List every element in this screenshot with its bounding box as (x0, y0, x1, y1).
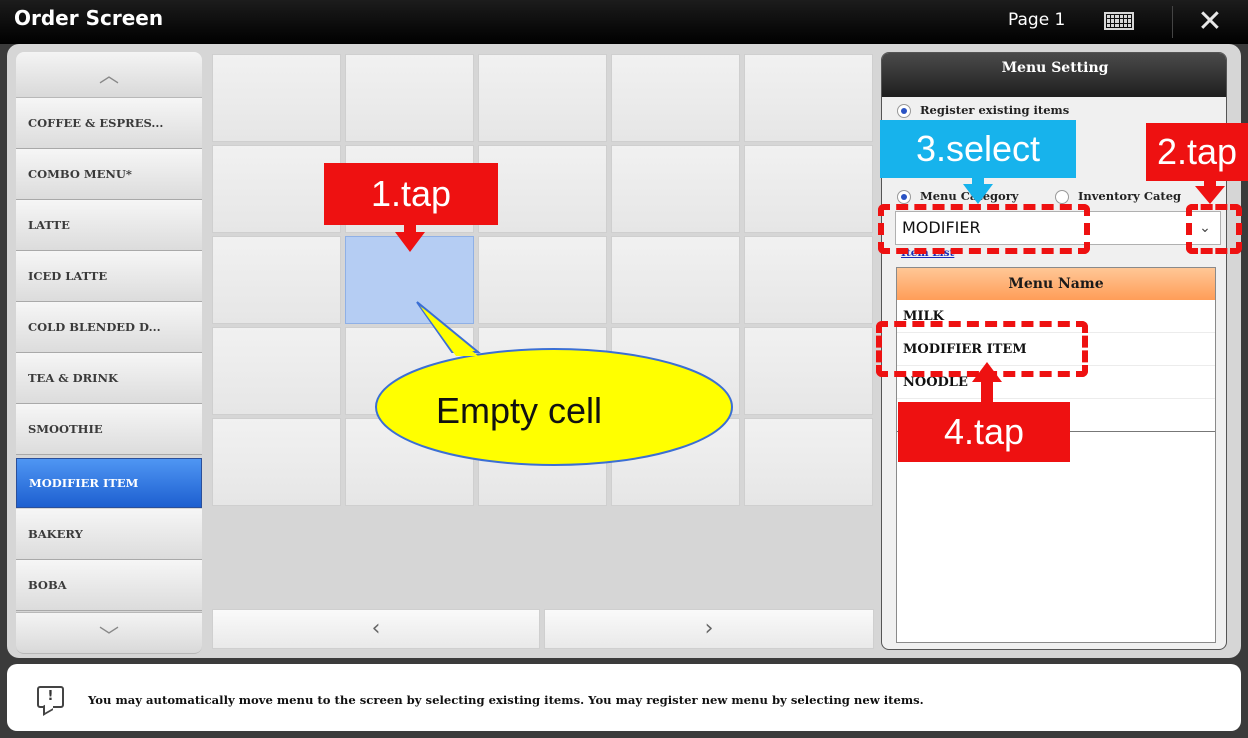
step3-tag: 3.select (880, 120, 1076, 178)
menu-setting-title: Menu Setting (882, 53, 1226, 97)
chevron-down-icon[interactable]: ﹀ (16, 612, 202, 654)
grid-cell[interactable] (611, 54, 740, 142)
chevron-up-icon[interactable]: ︿ (16, 52, 202, 98)
info-speech-icon: ! (37, 686, 64, 708)
grid-cell[interactable] (212, 418, 341, 506)
step4-arrow-stem (981, 381, 993, 403)
grid-cell[interactable] (744, 236, 873, 324)
chevron-left-icon: ‹ (371, 616, 381, 641)
grid-cell[interactable] (212, 236, 341, 324)
step1-arrow-icon (395, 232, 425, 252)
sidebar-item-combo-menu[interactable]: COMBO MENU* (16, 149, 202, 200)
dropdown-button-highlight (1186, 204, 1242, 254)
grid-cell[interactable] (345, 54, 474, 142)
next-page-button[interactable]: › (544, 609, 874, 649)
info-message: You may automatically move menu to the s… (88, 693, 924, 707)
grid-cell[interactable] (611, 145, 740, 233)
sidebar-item-bakery[interactable]: BAKERY (16, 509, 202, 560)
grid-cell[interactable] (212, 145, 341, 233)
sidebar-item-smoothie[interactable]: SMOOTHIE (16, 404, 202, 455)
register-existing-label: Register existing items (920, 103, 1070, 117)
grid-cell[interactable] (744, 145, 873, 233)
inventory-category-label: Inventory Categ (1078, 189, 1182, 203)
sidebar-item-coffee-espresso[interactable]: COFFEE & ESPRES... (16, 98, 202, 149)
step3-arrow-icon (963, 184, 993, 204)
sidebar-item-cold-blended[interactable]: COLD BLENDED D... (16, 302, 202, 353)
prev-page-button[interactable]: ‹ (212, 609, 540, 649)
sidebar-item-latte[interactable]: LATTE (16, 200, 202, 251)
keyboard-icon[interactable] (1104, 12, 1134, 30)
category-sidebar: ︿ COFFEE & ESPRES... COMBO MENU* LATTE I… (16, 52, 202, 654)
step4-tag: 4.tap (898, 402, 1070, 462)
callout-bubble (375, 301, 733, 466)
sidebar-item-iced-latte[interactable]: ICED LATTE (16, 251, 202, 302)
menu-category-radio[interactable] (897, 190, 911, 204)
list-header-menu-name: Menu Name (897, 268, 1215, 300)
grid-cell[interactable] (478, 54, 607, 142)
dropdown-highlight (878, 204, 1090, 254)
step2-tag: 2.tap (1146, 123, 1248, 181)
window-title: Order Screen (14, 6, 164, 30)
inventory-category-radio[interactable] (1055, 190, 1069, 204)
step1-tag: 1.tap (324, 163, 498, 225)
step4-arrow-icon (972, 362, 1002, 382)
grid-cell[interactable] (212, 54, 341, 142)
grid-cell[interactable] (744, 418, 873, 506)
grid-cell[interactable] (744, 54, 873, 142)
chevron-right-icon: › (704, 616, 714, 641)
grid-cell[interactable] (744, 327, 873, 415)
sidebar-item-boba[interactable]: BOBA (16, 560, 202, 611)
step2-arrow-icon (1195, 186, 1225, 204)
sidebar-item-tea-drink[interactable]: TEA & DRINK (16, 353, 202, 404)
register-existing-radio[interactable] (897, 104, 911, 118)
close-icon[interactable]: ✕ (1188, 4, 1232, 40)
page-indicator: Page 1 (1008, 10, 1066, 30)
grid-cell[interactable] (212, 327, 341, 415)
app-window: Order Screen Page 1 ✕ ︿ COFFEE & ESPRES.… (0, 0, 1248, 738)
callout-text: Empty cell (436, 390, 603, 431)
title-divider (1172, 6, 1173, 38)
sidebar-item-modifier-item[interactable]: MODIFIER ITEM (16, 458, 202, 508)
